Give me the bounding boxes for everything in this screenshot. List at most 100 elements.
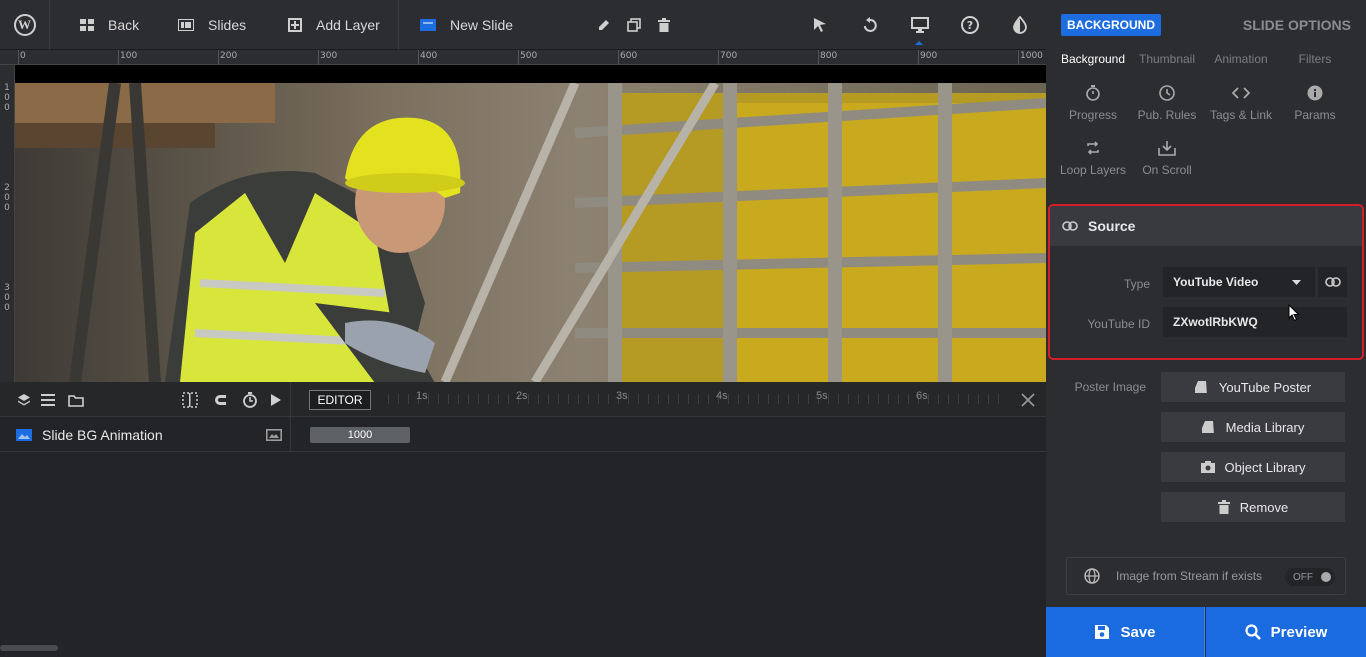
timeline-tick [988, 394, 989, 404]
slides-label: Slides [208, 17, 247, 33]
slide-background-image[interactable] [15, 83, 1046, 382]
source-section: Source Type YouTube Video YouTube ID ZXw… [1048, 204, 1364, 360]
timeline-row-slide-bg[interactable]: Slide BG Animation 1000 [0, 417, 1046, 452]
remove-button[interactable]: Remove [1161, 492, 1345, 522]
timeline-tick [428, 394, 429, 404]
undo-icon[interactable] [859, 14, 881, 36]
link-toggle-button[interactable] [1318, 267, 1347, 297]
youtube-poster-button[interactable]: YouTube Poster [1161, 372, 1345, 402]
slides-button[interactable]: Slides [178, 0, 246, 50]
background-badge[interactable]: BACKGROUND [1061, 14, 1161, 36]
params-item[interactable]: Params [1278, 82, 1352, 122]
toolbar-divider [398, 0, 399, 50]
timeline-second-label: 5s [816, 390, 828, 402]
list-icon[interactable] [38, 390, 58, 410]
youtube-id-input[interactable]: ZXwotlRbKWQ [1163, 307, 1347, 337]
type-value: YouTube Video [1173, 275, 1259, 289]
grid-select-icon[interactable] [180, 390, 200, 410]
image-stack-icon [1194, 381, 1207, 393]
progress-item[interactable]: Progress [1056, 82, 1130, 122]
timeline-tick [838, 394, 839, 404]
progress-label: Progress [1068, 108, 1118, 122]
wordpress-logo-icon[interactable]: W [0, 0, 50, 50]
timeline-tick [998, 394, 999, 404]
add-layer-icon [288, 18, 302, 32]
timeline-tick [828, 394, 829, 404]
on-scroll-item[interactable]: On Scroll [1130, 137, 1204, 177]
picture-icon[interactable] [266, 429, 282, 441]
timeline-tick [388, 394, 389, 404]
contrast-icon[interactable] [1009, 14, 1031, 36]
timeline-tick [548, 394, 549, 404]
duplicate-icon[interactable] [623, 14, 645, 36]
timeline-tick [588, 394, 589, 404]
play-icon[interactable] [266, 390, 286, 410]
timeline-tick [648, 394, 649, 404]
stopwatch-icon [1086, 85, 1100, 101]
new-slide-button[interactable]: New Slide [420, 0, 513, 50]
desktop-view-icon[interactable] [909, 14, 931, 36]
save-button[interactable]: Save [1046, 607, 1205, 657]
timeline-second-label: 4s [716, 390, 728, 402]
timeline-tick [508, 394, 509, 404]
object-library-label: Object Library [1224, 459, 1306, 475]
timeline-tick [628, 394, 629, 404]
loop-layers-item[interactable]: Loop Layers [1056, 137, 1130, 177]
help-icon[interactable]: ? [959, 14, 981, 36]
link-icon [1324, 277, 1341, 287]
pub-rules-item[interactable]: Pub. Rules [1130, 82, 1204, 122]
grid-icon [80, 19, 94, 31]
timeline-tick [528, 394, 529, 404]
tab-filters[interactable]: Filters [1278, 52, 1352, 66]
cursor-select-icon[interactable] [809, 14, 831, 36]
loop-layers-label: Loop Layers [1059, 163, 1127, 177]
timeline-tick [978, 394, 979, 404]
timeline-tick [948, 394, 949, 404]
object-library-button[interactable]: Object Library [1161, 452, 1345, 482]
trash-icon[interactable] [653, 14, 675, 36]
type-label: Type [1123, 277, 1150, 291]
timeline-tick [808, 394, 809, 404]
source-header[interactable]: Source [1050, 206, 1362, 246]
timeline-tick [938, 394, 939, 404]
tab-thumbnail[interactable]: Thumbnail [1130, 52, 1204, 66]
timer-icon[interactable] [240, 390, 260, 410]
horizontal-scrollbar[interactable] [0, 645, 58, 651]
slide-options-title[interactable]: SLIDE OPTIONS [1243, 17, 1351, 33]
ruler-tick [718, 50, 719, 65]
timeline-tick [738, 394, 739, 404]
info-icon [1307, 85, 1323, 101]
tags-link-item[interactable]: Tags & Link [1204, 82, 1278, 122]
media-library-button[interactable]: Media Library [1161, 412, 1345, 442]
edit-pencil-icon[interactable] [593, 14, 615, 36]
timeline-second-label: 2s [516, 390, 528, 402]
vertical-ruler[interactable]: 100 200 300 [0, 65, 15, 382]
back-button[interactable]: Back [80, 0, 139, 50]
tab-background[interactable]: Background [1056, 52, 1130, 66]
remove-label: Remove [1239, 499, 1289, 515]
link-icon [1062, 221, 1078, 231]
ruler-tick [318, 50, 319, 65]
timeline-tick [908, 394, 909, 404]
layers-icon[interactable] [14, 390, 34, 410]
save-label: Save [1120, 623, 1156, 641]
chevron-down-icon [1292, 280, 1301, 285]
tab-animation[interactable]: Animation [1204, 52, 1278, 66]
slider-editor: W Back Slides Add Layer New Slide ? 0 10… [0, 0, 1366, 657]
folder-icon[interactable] [66, 390, 86, 410]
ruler-label: 600 [620, 51, 638, 61]
close-icon[interactable] [1018, 390, 1038, 410]
type-select[interactable]: YouTube Video [1163, 267, 1315, 297]
tags-link-label: Tags & Link [1209, 108, 1273, 122]
ruler-tick [918, 50, 919, 65]
editor-badge[interactable]: EDITOR [309, 390, 371, 410]
horizontal-ruler[interactable]: 0 100 200 300 400 500 600 700 800 900 1000 [0, 50, 1046, 65]
stream-toggle[interactable]: OFF [1285, 568, 1335, 586]
ruler-label: 300 [4, 283, 10, 313]
ruler-label: 800 [820, 51, 838, 61]
timeline-duration-bar[interactable]: 1000 [310, 427, 410, 443]
magnet-icon[interactable] [210, 390, 230, 410]
add-layer-button[interactable]: Add Layer [288, 0, 380, 50]
preview-button[interactable]: Preview [1206, 607, 1366, 657]
timeline-tick [928, 394, 929, 404]
